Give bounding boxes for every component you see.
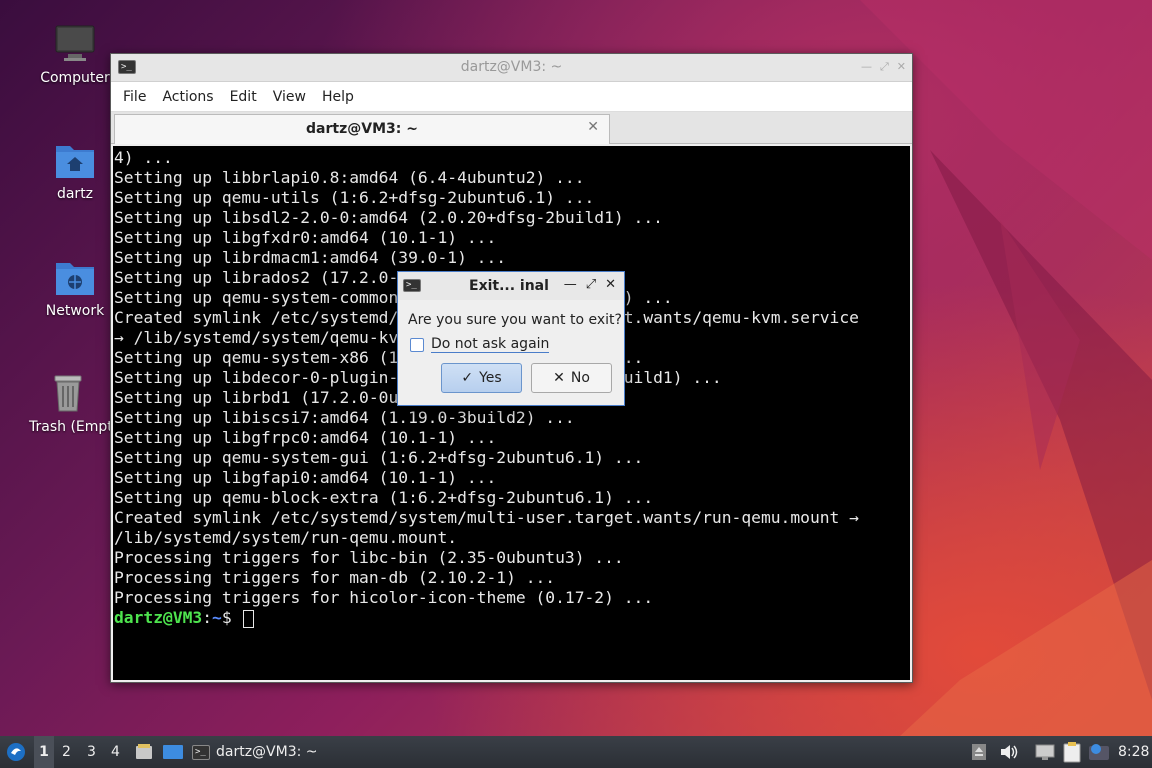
- dialog-titlebar[interactable]: >_ Exit... inal — ⤢ ✕: [398, 272, 624, 300]
- terminal-line: Setting up qemu-block-extra (1:6.2+dfsg-…: [114, 488, 654, 507]
- home-folder-icon: [56, 146, 94, 178]
- task-label: dartz@VM3: ~: [216, 744, 318, 760]
- minimize-icon[interactable]: —: [861, 60, 872, 74]
- terminal-output[interactable]: 4) ... Setting up libbrlapi0.8:amd64 (6.…: [113, 146, 910, 680]
- text-cursor: [243, 609, 255, 628]
- maximize-icon[interactable]: ⤢: [880, 60, 889, 74]
- clock[interactable]: 8:28: [1118, 744, 1149, 760]
- workspace-4[interactable]: 4: [111, 744, 120, 760]
- workspace-2[interactable]: 2: [62, 744, 71, 760]
- terminal-line: Setting up libgfrpc0:amd64 (10.1-1) ...: [114, 428, 497, 447]
- file-manager-icon[interactable]: [134, 742, 154, 762]
- window-title: dartz@VM3: ~: [460, 59, 563, 75]
- prompt-path: ~: [212, 608, 222, 627]
- menu-edit[interactable]: Edit: [222, 89, 265, 105]
- notification-icon[interactable]: [1088, 742, 1110, 762]
- start-menu-icon[interactable]: [6, 742, 26, 762]
- eject-icon[interactable]: [971, 743, 987, 761]
- taskbar: 1 2 3 4 >_ dartz@VM3: ~ 8:28: [0, 736, 1152, 768]
- desktop-icon-label: Trash (Empty): [29, 419, 111, 435]
- show-desktop-icon[interactable]: [162, 742, 184, 762]
- cross-icon: ✕: [553, 370, 565, 386]
- network-icon[interactable]: [1035, 743, 1055, 761]
- terminal-line: Processing triggers for man-db (2.10.2-1…: [114, 568, 556, 587]
- tab-bar: dartz@VM3: ~ ✕: [111, 112, 912, 144]
- terminal-line: Setting up libgfapi0:amd64 (10.1-1) ...: [114, 468, 497, 487]
- network-folder-icon: [56, 263, 94, 295]
- terminal-line: Setting up libiscsi7:amd64 (1.19.0-3buil…: [114, 408, 575, 427]
- workspace-1[interactable]: 1: [34, 736, 54, 768]
- minimize-icon[interactable]: —: [564, 277, 577, 292]
- do-not-ask-checkbox[interactable]: Do not ask again: [410, 336, 550, 353]
- exit-dialog[interactable]: >_ Exit... inal — ⤢ ✕ Are you sure you w…: [397, 271, 625, 406]
- check-icon: ✓: [461, 370, 474, 386]
- terminal-line: Created symlink /etc/systemd/system/mult…: [114, 508, 859, 527]
- tab-label: dartz@VM3: ~: [306, 121, 418, 137]
- yes-label: Yes: [479, 370, 502, 386]
- menu-file[interactable]: File: [115, 89, 154, 105]
- terminal-line: Setting up librdmacm1:amd64 (39.0-1) ...: [114, 248, 507, 267]
- prompt-user-host: dartz@VM3: [114, 608, 203, 627]
- trash-icon: [54, 375, 82, 412]
- menubar: File Actions Edit View Help: [111, 82, 912, 112]
- terminal-line: Setting up libsdl2-2.0-0:amd64 (2.0.20+d…: [114, 208, 663, 227]
- workspace-3[interactable]: 3: [87, 744, 96, 760]
- tab-terminal[interactable]: dartz@VM3: ~ ✕: [114, 114, 610, 144]
- terminal-line: 4) ...: [114, 148, 173, 167]
- terminal-icon: >_: [192, 744, 210, 760]
- menu-actions[interactable]: Actions: [154, 89, 221, 105]
- dialog-title: Exit... inal: [469, 278, 549, 294]
- terminal-line: Processing triggers for hicolor-icon-the…: [114, 588, 654, 607]
- task-terminal[interactable]: >_ dartz@VM3: ~: [192, 740, 318, 764]
- volume-icon[interactable]: [999, 743, 1019, 761]
- tab-close-icon[interactable]: ✕: [587, 119, 599, 135]
- desktop-icon-trash[interactable]: Trash (Empty): [25, 373, 111, 435]
- maximize-icon[interactable]: ⤢: [586, 277, 596, 292]
- clipboard-icon[interactable]: [1062, 741, 1082, 763]
- menu-help[interactable]: Help: [314, 89, 362, 105]
- terminal-line: Setting up qemu-utils (1:6.2+dfsg-2ubunt…: [114, 188, 595, 207]
- dialog-message: Are you sure you want to exit?: [408, 312, 622, 328]
- close-icon[interactable]: ✕: [605, 277, 616, 292]
- terminal-line: Setting up libgfxdr0:amd64 (10.1-1) ...: [114, 228, 497, 247]
- close-icon[interactable]: ✕: [897, 60, 906, 74]
- checkbox-box[interactable]: [410, 337, 424, 352]
- terminal-line: Processing triggers for libc-bin (2.35-0…: [114, 548, 624, 567]
- terminal-titlebar[interactable]: >_ dartz@VM3: ~ — ⤢ ✕: [111, 54, 912, 82]
- computer-icon: [55, 25, 95, 61]
- terminal-line: Setting up qemu-system-gui (1:6.2+dfsg-2…: [114, 448, 644, 467]
- terminal-prompt: dartz@VM3:~$: [113, 608, 910, 628]
- terminal-icon: >_: [403, 279, 421, 292]
- terminal-line: /lib/systemd/system/run-qemu.mount.: [114, 528, 458, 547]
- menu-view[interactable]: View: [265, 89, 314, 105]
- prompt-separator: :: [202, 608, 213, 627]
- checkbox-label[interactable]: Do not ask again: [431, 336, 550, 353]
- terminal-line: Setting up libbrlapi0.8:amd64 (6.4-4ubun…: [114, 168, 585, 187]
- no-button[interactable]: ✕ No: [531, 363, 612, 393]
- no-label: No: [570, 370, 590, 386]
- yes-button[interactable]: ✓ Yes: [441, 363, 522, 393]
- prompt-symbol: $: [221, 608, 242, 627]
